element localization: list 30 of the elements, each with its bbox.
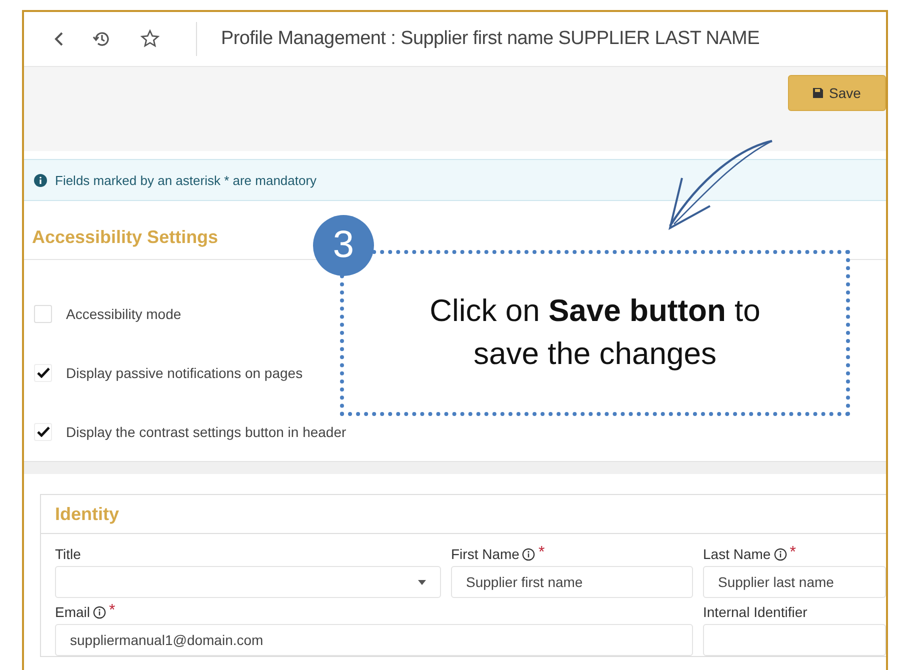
input-field[interactable]: suppliermanual1@domain.com (55, 624, 693, 656)
field-label: Internal Identifier (703, 604, 808, 620)
save-icon (813, 88, 824, 98)
option-label: Display passive notifications on pages (66, 364, 303, 380)
page-title: Profile Management : Supplier first name SUPPLIER LAST NAME (221, 28, 760, 50)
field-label: First Name (451, 546, 520, 562)
input-field[interactable] (703, 624, 886, 656)
mandatory-note: Fields marked by an asterisk * are mandatory (55, 172, 317, 188)
field-label: Email (55, 604, 90, 620)
star-icon[interactable] (140, 29, 160, 49)
save-button[interactable]: Save (788, 75, 886, 111)
option-label: Accessibility mode (66, 306, 182, 322)
required-mark: * (790, 544, 796, 562)
input-field[interactable]: Supplier first name (451, 566, 693, 598)
checkbox[interactable] (34, 364, 52, 382)
section-heading: Identity (55, 504, 120, 524)
field-label: Last Name (703, 546, 771, 562)
checkbox[interactable] (34, 304, 52, 322)
required-mark: * (538, 544, 545, 562)
field-label: Title (55, 546, 81, 562)
history-icon[interactable] (92, 29, 112, 49)
option-label: Display the contrast settings button in header (66, 424, 346, 440)
required-mark: * (109, 602, 116, 620)
caret-icon (418, 580, 426, 584)
input-field[interactable]: Supplier last name (703, 566, 886, 598)
info-icon (34, 174, 47, 186)
callout-text: Click on Save button to save the changes (428, 292, 762, 373)
back-icon[interactable] (54, 31, 64, 47)
section-heading: Accessibility Settings (32, 226, 218, 248)
checkbox[interactable] (34, 422, 52, 440)
